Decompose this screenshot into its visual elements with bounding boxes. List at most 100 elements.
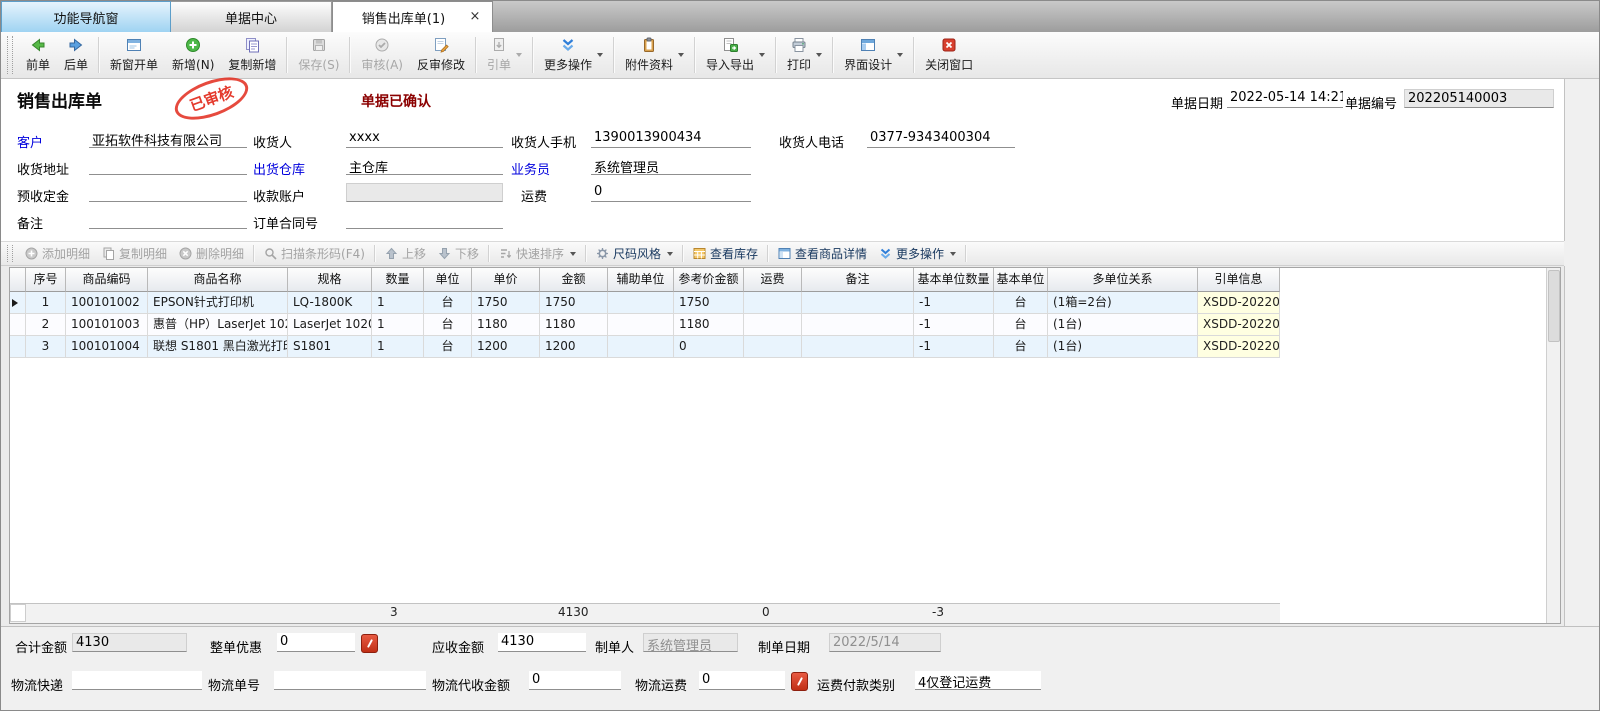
table-cell[interactable]: -1: [914, 292, 994, 314]
table-cell[interactable]: 1750: [472, 292, 540, 314]
table-cell[interactable]: 100101004: [66, 336, 148, 358]
table-cell[interactable]: 台: [424, 314, 472, 336]
table-cell[interactable]: 台: [994, 336, 1048, 358]
table-cell[interactable]: S1801: [288, 336, 372, 358]
warehouse-field[interactable]: 主仓库: [346, 156, 503, 175]
deposit-field[interactable]: [89, 183, 247, 202]
table-cell[interactable]: [744, 336, 802, 358]
header-cell[interactable]: 数量: [372, 268, 424, 292]
tab-function-nav[interactable]: 功能导航窗: [1, 1, 171, 32]
table-cell[interactable]: 1180: [674, 314, 744, 336]
table-cell[interactable]: 惠普（HP）LaserJet 1020: [148, 314, 288, 336]
discount-icon[interactable]: [791, 672, 808, 691]
table-cell[interactable]: 0: [674, 336, 744, 358]
row-selector-cell[interactable]: [10, 292, 26, 314]
table-cell[interactable]: LaserJet 1020: [288, 314, 372, 336]
table-cell[interactable]: 台: [994, 292, 1048, 314]
salesman-field[interactable]: 系统管理员: [591, 156, 751, 175]
add-new-button[interactable]: 新增(N): [165, 34, 221, 76]
view-product-detail-button[interactable]: 查看商品详情: [772, 243, 873, 264]
header-cell[interactable]: 基本单位: [994, 268, 1048, 292]
table-cell[interactable]: 1200: [472, 336, 540, 358]
table-cell[interactable]: [744, 314, 802, 336]
header-cell[interactable]: 商品名称: [148, 268, 288, 292]
header-cell[interactable]: 多单位关系: [1048, 268, 1198, 292]
doc-date-field[interactable]: 2022-05-14 14:21: [1227, 89, 1343, 108]
header-cell[interactable]: 规格: [288, 268, 372, 292]
table-cell[interactable]: EPSON针式打印机: [148, 292, 288, 314]
new-window-doc-button[interactable]: 新窗开单: [103, 34, 165, 76]
table-cell[interactable]: 1: [26, 292, 66, 314]
table-cell[interactable]: XSDD-2022051: [1198, 314, 1280, 336]
prev-doc-button[interactable]: 前单: [19, 34, 57, 76]
ui-design-button[interactable]: 界面设计: [837, 34, 910, 76]
table-row[interactable]: 3100101004联想 S1801 黑白激光打印S18011台12001200…: [10, 336, 1560, 358]
header-cell[interactable]: 单价: [472, 268, 540, 292]
header-cell[interactable]: 备注: [802, 268, 914, 292]
freight-field[interactable]: 0: [591, 183, 751, 202]
table-cell[interactable]: 1: [372, 292, 424, 314]
logistics-no-field[interactable]: [274, 671, 426, 690]
size-style-button[interactable]: 尺码风格: [590, 243, 679, 264]
table-cell[interactable]: 1750: [540, 292, 608, 314]
table-cell[interactable]: 100101003: [66, 314, 148, 336]
vertical-scrollbar[interactable]: [1546, 268, 1560, 623]
table-cell[interactable]: [608, 292, 674, 314]
header-cell[interactable]: 序号: [26, 268, 66, 292]
table-cell[interactable]: (1台): [1048, 336, 1198, 358]
logistics-cod-field[interactable]: 0: [529, 671, 621, 690]
table-row[interactable]: 2100101003惠普（HP）LaserJet 1020LaserJet 10…: [10, 314, 1560, 336]
table-cell[interactable]: 1180: [472, 314, 540, 336]
table-cell[interactable]: 3: [26, 336, 66, 358]
table-cell[interactable]: 台: [994, 314, 1048, 336]
table-cell[interactable]: [802, 314, 914, 336]
order-discount-field[interactable]: 0: [277, 633, 355, 652]
print-button[interactable]: 打印: [780, 34, 829, 76]
header-cell[interactable]: 辅助单位: [608, 268, 674, 292]
table-cell[interactable]: 台: [424, 336, 472, 358]
table-cell[interactable]: 100101002: [66, 292, 148, 314]
table-cell[interactable]: LQ-1800K: [288, 292, 372, 314]
header-cell[interactable]: 基本单位数量: [914, 268, 994, 292]
logistics-courier-field[interactable]: [72, 671, 202, 690]
tab-close-icon[interactable]: ×: [467, 9, 483, 25]
table-cell[interactable]: (1台): [1048, 314, 1198, 336]
grid-more-operations-button[interactable]: 更多操作: [873, 243, 962, 264]
table-cell[interactable]: [608, 314, 674, 336]
table-cell[interactable]: 1200: [540, 336, 608, 358]
address-field[interactable]: [89, 156, 247, 175]
table-cell[interactable]: (1箱=2台): [1048, 292, 1198, 314]
contract-field[interactable]: [346, 210, 503, 229]
view-stock-button[interactable]: 查看库存: [687, 243, 764, 264]
tab-document-center[interactable]: 单据中心: [171, 1, 332, 32]
remark-field[interactable]: [89, 210, 247, 229]
table-cell[interactable]: XSDD-2022051: [1198, 336, 1280, 358]
next-doc-button[interactable]: 后单: [57, 34, 95, 76]
receivable-field[interactable]: 4130: [498, 633, 586, 652]
header-cell[interactable]: 金额: [540, 268, 608, 292]
logistics-freight-field[interactable]: 0: [699, 671, 785, 690]
unaudit-modify-button[interactable]: 反审修改: [410, 34, 472, 76]
table-cell[interactable]: [802, 336, 914, 358]
table-cell[interactable]: [608, 336, 674, 358]
row-selector-cell[interactable]: [10, 336, 26, 358]
copy-new-button[interactable]: 复制新增: [221, 34, 283, 76]
attachments-button[interactable]: 附件资料: [618, 34, 691, 76]
header-cell[interactable]: 运费: [744, 268, 802, 292]
table-cell[interactable]: 1180: [540, 314, 608, 336]
table-cell[interactable]: -1: [914, 314, 994, 336]
more-operations-button[interactable]: 更多操作: [537, 34, 610, 76]
header-cell[interactable]: 引单信息: [1198, 268, 1280, 292]
mobile-field[interactable]: 1390013900434: [591, 129, 751, 148]
table-cell[interactable]: [744, 292, 802, 314]
table-cell[interactable]: 1: [372, 336, 424, 358]
table-cell[interactable]: -1: [914, 336, 994, 358]
table-cell[interactable]: XSDD-2022051: [1198, 292, 1280, 314]
table-cell[interactable]: 1750: [674, 292, 744, 314]
header-cell[interactable]: 商品编码: [66, 268, 148, 292]
tab-sales-outbound[interactable]: 销售出库单(1) ×: [332, 1, 493, 32]
table-cell[interactable]: 联想 S1801 黑白激光打印: [148, 336, 288, 358]
header-cell[interactable]: 单位: [424, 268, 472, 292]
phone-field[interactable]: 0377-9343400304: [867, 129, 1015, 148]
table-cell[interactable]: 2: [26, 314, 66, 336]
